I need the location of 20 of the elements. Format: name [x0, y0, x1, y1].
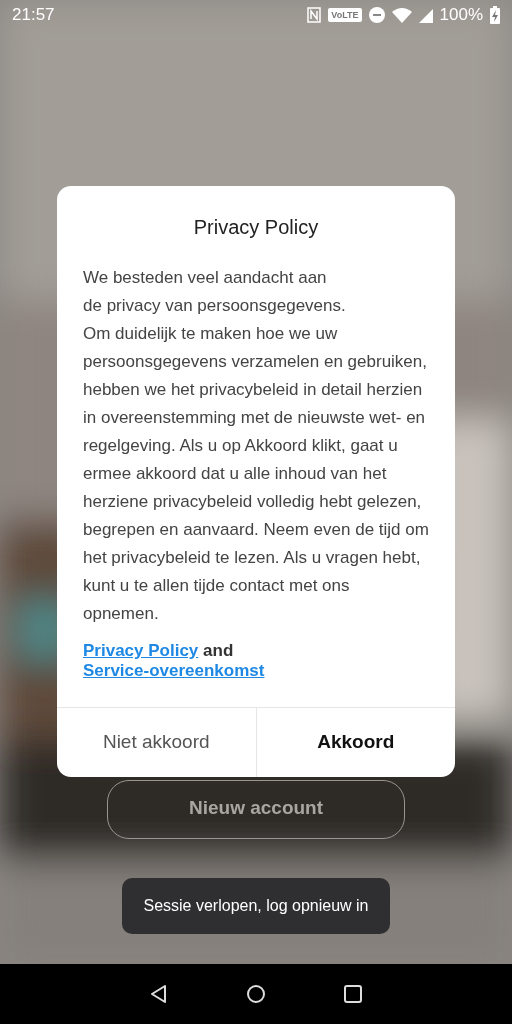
privacy-policy-link[interactable]: Privacy Policy: [83, 641, 199, 660]
new-account-button[interactable]: Nieuw account: [107, 780, 405, 839]
agree-button[interactable]: Akkoord: [255, 708, 455, 777]
battery-percentage: 100%: [439, 4, 483, 27]
home-icon[interactable]: [246, 984, 266, 1004]
do-not-disturb-icon: [368, 7, 385, 23]
service-agreement-link[interactable]: Service-overeenkomst: [83, 661, 265, 680]
volte-badge: VoLTE: [328, 8, 362, 22]
back-icon[interactable]: [148, 984, 169, 1004]
policy-text: We besteden veel aandacht aan de privacy van persoonsgegevens. Om duidelijk te maken hoe we uw persoonsgegevens verzamelen en gebruiken, hebben we het privacybeleid in detail herzien in overeenstemming met de nieuwste wet- en regelgeving. Als u op Akkoord klikt, gaat u ermee akkoord dat u alle inhoud van het herziene privacybeleid volledig hebt gelezen, begrepen en aanvaard. Neem even de tijd om het privacybeleid te lezen. Als u vragen hebt, kunt u te allen tijde contact met ons opnemen.: [82, 267, 430, 625]
toast: Sessie verlopen, log opnieuw in: [122, 878, 390, 934]
and-text: and: [202, 641, 234, 660]
signal-icon: [418, 7, 433, 23]
dialog-title: Privacy Policy: [192, 215, 320, 240]
recents-icon[interactable]: [343, 984, 364, 1004]
clock: 21:57: [12, 4, 55, 27]
nfc-icon: [307, 7, 322, 23]
battery-charging-icon: [490, 6, 500, 24]
disagree-button[interactable]: Niet akkoord: [57, 708, 256, 777]
wifi-icon: [391, 7, 412, 23]
